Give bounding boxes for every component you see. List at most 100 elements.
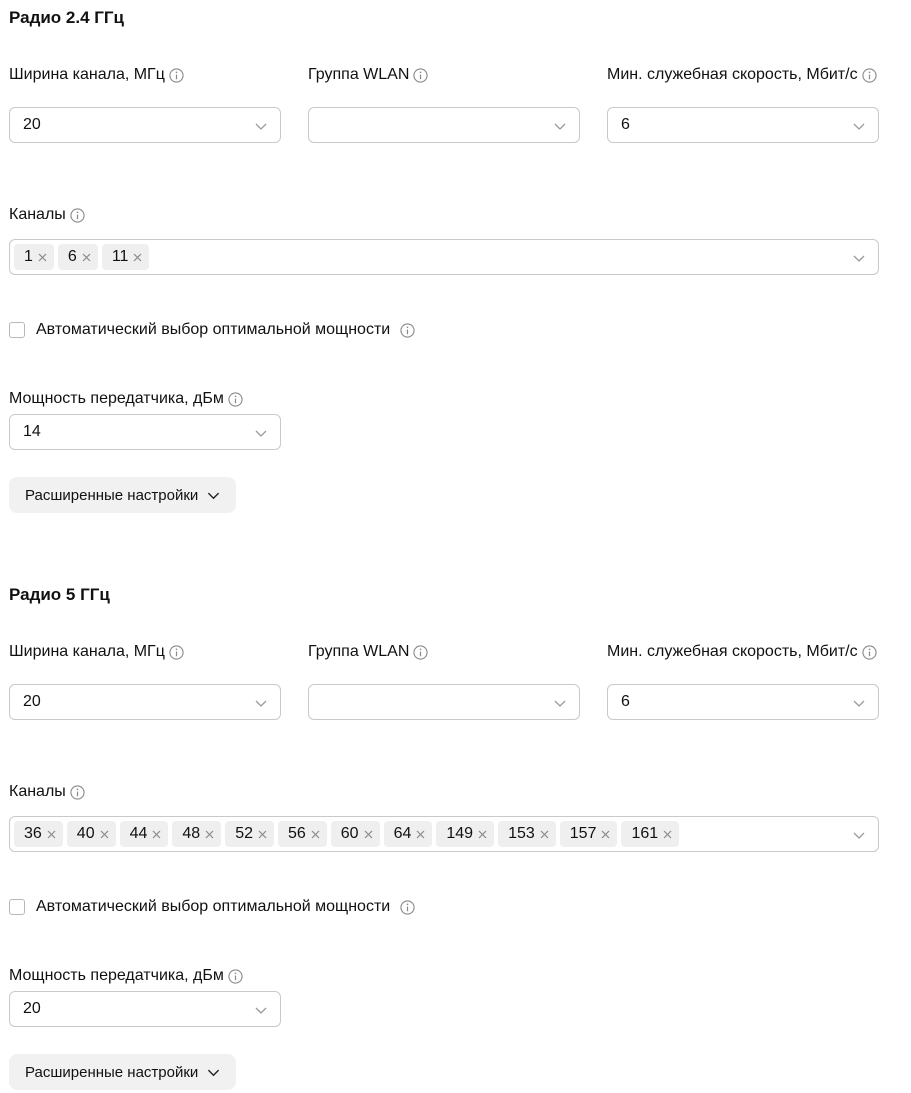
section-title: Радио 5 ГГц: [9, 585, 110, 604]
chevron-down-icon: [207, 1066, 220, 1079]
chevron-down-icon: [553, 119, 567, 133]
radio-section-5: Радио 5 ГГц Ширина канала, МГц 20 Группа…: [9, 585, 879, 1093]
close-icon[interactable]: [46, 829, 57, 840]
tx-power-label: Мощность передатчика, дБм: [9, 389, 243, 409]
tx-power-select[interactable]: 20: [9, 991, 281, 1027]
min-rate-field: Мин. служебная скорость, Мбит/с 6: [607, 642, 879, 720]
channel-chip: 64: [383, 821, 433, 847]
info-icon[interactable]: [413, 644, 429, 660]
close-icon[interactable]: [415, 829, 426, 840]
channels-label: Каналы: [9, 205, 85, 225]
close-icon[interactable]: [37, 252, 48, 263]
channel-chip: 36: [14, 821, 63, 847]
channel-chip: 161: [621, 821, 680, 847]
auto-power-checkbox[interactable]: [9, 899, 25, 915]
chevron-down-icon: [254, 119, 268, 133]
auto-power-label: Автоматический выбор оптимальной мощност…: [36, 321, 391, 338]
radio-section-2-4: Радио 2.4 ГГц Ширина канала, МГц 20 Груп…: [9, 8, 879, 528]
channel-chip: 157: [559, 821, 618, 847]
channel-chip: 1: [14, 244, 54, 270]
auto-power-row: Автоматический выбор оптимальной мощност…: [9, 897, 415, 917]
close-icon[interactable]: [600, 829, 611, 840]
min-rate-value: 6: [621, 116, 630, 133]
close-icon[interactable]: [151, 829, 162, 840]
min-rate-label: Мин. служебная скорость, Мбит/с: [607, 65, 879, 85]
min-rate-select[interactable]: 6: [607, 107, 879, 143]
channel-chip: 48: [172, 821, 222, 847]
advanced-settings-button[interactable]: Расширенные настройки: [9, 477, 236, 513]
close-icon[interactable]: [257, 829, 268, 840]
min-rate-select[interactable]: 6: [607, 684, 879, 720]
info-icon[interactable]: [169, 644, 184, 660]
close-icon[interactable]: [310, 829, 321, 840]
channel-chip: 153: [498, 821, 556, 847]
chevron-down-icon: [254, 426, 268, 440]
close-icon[interactable]: [132, 252, 143, 263]
advanced-settings-button[interactable]: Расширенные настройки: [9, 1054, 236, 1090]
close-icon[interactable]: [477, 829, 488, 840]
auto-power-label: Автоматический выбор оптимальной мощност…: [36, 898, 391, 915]
channels-label: Каналы: [9, 782, 85, 802]
channel-chip: 44: [119, 821, 169, 847]
radio-settings-row: Ширина канала, МГц 20 Группа WLAN Мин. с…: [9, 642, 879, 722]
chevron-down-icon: [254, 696, 268, 710]
info-icon[interactable]: [70, 784, 85, 800]
min-rate-label: Мин. служебная скорость, Мбит/с: [607, 642, 879, 662]
close-icon[interactable]: [539, 829, 550, 840]
chevron-down-icon: [852, 119, 866, 133]
wlan-group-field: Группа WLAN: [308, 65, 580, 143]
advanced-settings-label: Расширенные настройки: [25, 1063, 199, 1081]
chevron-down-icon: [852, 696, 866, 710]
close-icon[interactable]: [662, 829, 673, 840]
channel-chip: 60: [330, 821, 380, 847]
info-icon[interactable]: [400, 322, 415, 338]
auto-power-row: Автоматический выбор оптимальной мощност…: [9, 320, 415, 340]
channel-width-value: 20: [23, 116, 41, 133]
chevron-down-icon: [852, 828, 866, 842]
wlan-group-field: Группа WLAN: [308, 642, 580, 720]
info-icon[interactable]: [861, 644, 877, 660]
tx-power-label: Мощность передатчика, дБм: [9, 966, 243, 986]
channels-multiselect[interactable]: 36 40 44 48 52 56 60 64 149 153 157 161: [9, 816, 879, 852]
tx-power-value: 20: [23, 1000, 41, 1017]
wlan-group-select[interactable]: [308, 684, 580, 720]
wlan-group-label: Группа WLAN: [308, 642, 580, 662]
channel-width-value: 20: [23, 693, 41, 710]
info-icon[interactable]: [413, 67, 429, 83]
close-icon[interactable]: [204, 829, 215, 840]
chevron-down-icon: [553, 696, 567, 710]
chevron-down-icon: [852, 251, 866, 265]
radio-settings-row: Ширина канала, МГц 20 Группа WLAN Мин. с…: [9, 65, 879, 145]
info-icon[interactable]: [169, 67, 184, 83]
channel-width-field: Ширина канала, МГц 20: [9, 642, 281, 720]
channel-width-field: Ширина канала, МГц 20: [9, 65, 281, 143]
auto-power-checkbox[interactable]: [9, 322, 25, 338]
info-icon[interactable]: [228, 391, 243, 407]
channel-width-label: Ширина канала, МГц: [9, 642, 281, 662]
wlan-group-label: Группа WLAN: [308, 65, 580, 85]
info-icon[interactable]: [70, 207, 85, 223]
channel-width-label: Ширина канала, МГц: [9, 65, 281, 85]
info-icon[interactable]: [400, 899, 415, 915]
channel-chip: 6: [57, 244, 98, 270]
channel-width-select[interactable]: 20: [9, 684, 281, 720]
channel-chip: 56: [277, 821, 327, 847]
channel-chip: 52: [225, 821, 274, 847]
tx-power-value: 14: [23, 423, 41, 440]
info-icon[interactable]: [861, 67, 877, 83]
tx-power-select[interactable]: 14: [9, 414, 281, 450]
chevron-down-icon: [207, 489, 220, 502]
channel-width-select[interactable]: 20: [9, 107, 281, 143]
close-icon[interactable]: [363, 829, 374, 840]
chevron-down-icon: [254, 1003, 268, 1017]
wlan-group-select[interactable]: [308, 107, 580, 143]
channel-chip: 149: [436, 821, 495, 847]
section-title: Радио 2.4 ГГц: [9, 8, 124, 27]
channel-chip: 11: [101, 244, 150, 270]
info-icon[interactable]: [228, 968, 243, 984]
close-icon[interactable]: [99, 829, 110, 840]
close-icon[interactable]: [81, 252, 92, 263]
min-rate-value: 6: [621, 693, 630, 710]
advanced-settings-label: Расширенные настройки: [25, 486, 199, 504]
channels-multiselect[interactable]: 1 6 11: [9, 239, 879, 275]
